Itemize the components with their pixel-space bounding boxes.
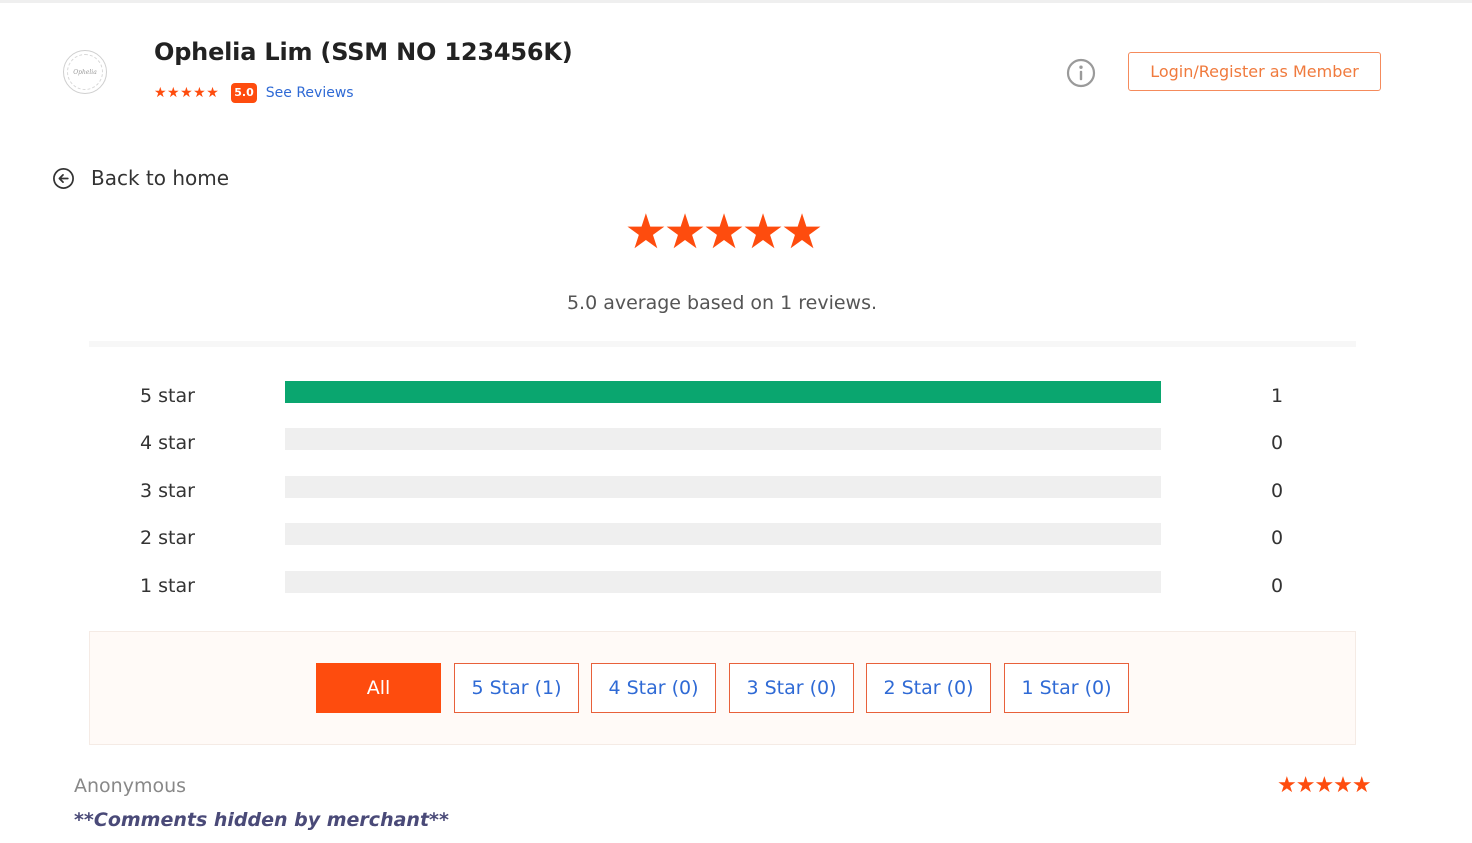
- rating-row-label: 4 star: [140, 432, 195, 454]
- back-to-home-link[interactable]: Back to home: [52, 166, 229, 190]
- rating-row-count: 1: [1270, 385, 1284, 407]
- rating-row-label: 5 star: [140, 385, 195, 407]
- rating-row-label: 1 star: [140, 575, 195, 597]
- rating-row-count: 0: [1270, 527, 1284, 549]
- review-author: Anonymous: [74, 775, 187, 797]
- average-stars-icon: ★★★★★: [624, 204, 823, 260]
- header-stars-icon: ★★★★★: [154, 85, 220, 101]
- rating-row-count: 0: [1270, 432, 1284, 454]
- logo-text: Ophelia: [73, 68, 97, 76]
- rating-row-5[interactable]: 5 star 1: [0, 381, 1472, 411]
- divider: [89, 341, 1356, 347]
- rating-row-label: 3 star: [140, 480, 195, 502]
- rating-bar-track: [285, 476, 1161, 498]
- back-label: Back to home: [91, 166, 230, 190]
- rating-row-label: 2 star: [140, 527, 195, 549]
- info-circle-icon[interactable]: [1066, 58, 1096, 88]
- filter-1-star-button[interactable]: 1 Star (0): [1004, 663, 1129, 713]
- filter-2-star-button[interactable]: 2 Star (0): [866, 663, 991, 713]
- rating-bar-track: [285, 571, 1161, 593]
- rating-row-3[interactable]: 3 star 0: [0, 476, 1472, 506]
- logo-ring: Ophelia: [67, 54, 103, 90]
- top-border: [0, 0, 1472, 3]
- filter-panel: [89, 631, 1356, 745]
- merchant-logo[interactable]: Ophelia: [63, 50, 107, 94]
- merchant-name: Ophelia Lim (SSM NO 123456K): [154, 38, 573, 66]
- login-register-button[interactable]: Login/Register as Member: [1128, 52, 1381, 91]
- filter-4-star-button[interactable]: 4 Star (0): [591, 663, 716, 713]
- rating-bar-fill: [285, 381, 1161, 403]
- rating-bar-track: [285, 381, 1161, 403]
- rating-bar-track: [285, 428, 1161, 450]
- filter-all-button[interactable]: All: [316, 663, 441, 713]
- see-reviews-link[interactable]: See Reviews: [266, 85, 354, 101]
- rating-bar-track: [285, 523, 1161, 545]
- average-text: 5.0 average based on 1 reviews.: [566, 292, 878, 314]
- header-rating: ★★★★★ 5.0 See Reviews: [154, 82, 354, 104]
- rating-row-4[interactable]: 4 star 0: [0, 428, 1472, 458]
- filter-3-star-button[interactable]: 3 Star (0): [729, 663, 854, 713]
- score-badge: 5.0: [231, 83, 257, 103]
- review-stars-icon: ★★★★★: [1277, 773, 1372, 798]
- rating-row-1[interactable]: 1 star 0: [0, 571, 1472, 601]
- rating-row-count: 0: [1270, 575, 1284, 597]
- rating-row-count: 0: [1270, 480, 1284, 502]
- review-comment: **Comments hidden by merchant**: [74, 809, 449, 831]
- rating-row-2[interactable]: 2 star 0: [0, 523, 1472, 553]
- arrow-left-circle-icon: [53, 167, 74, 189]
- filter-5-star-button[interactable]: 5 Star (1): [454, 663, 579, 713]
